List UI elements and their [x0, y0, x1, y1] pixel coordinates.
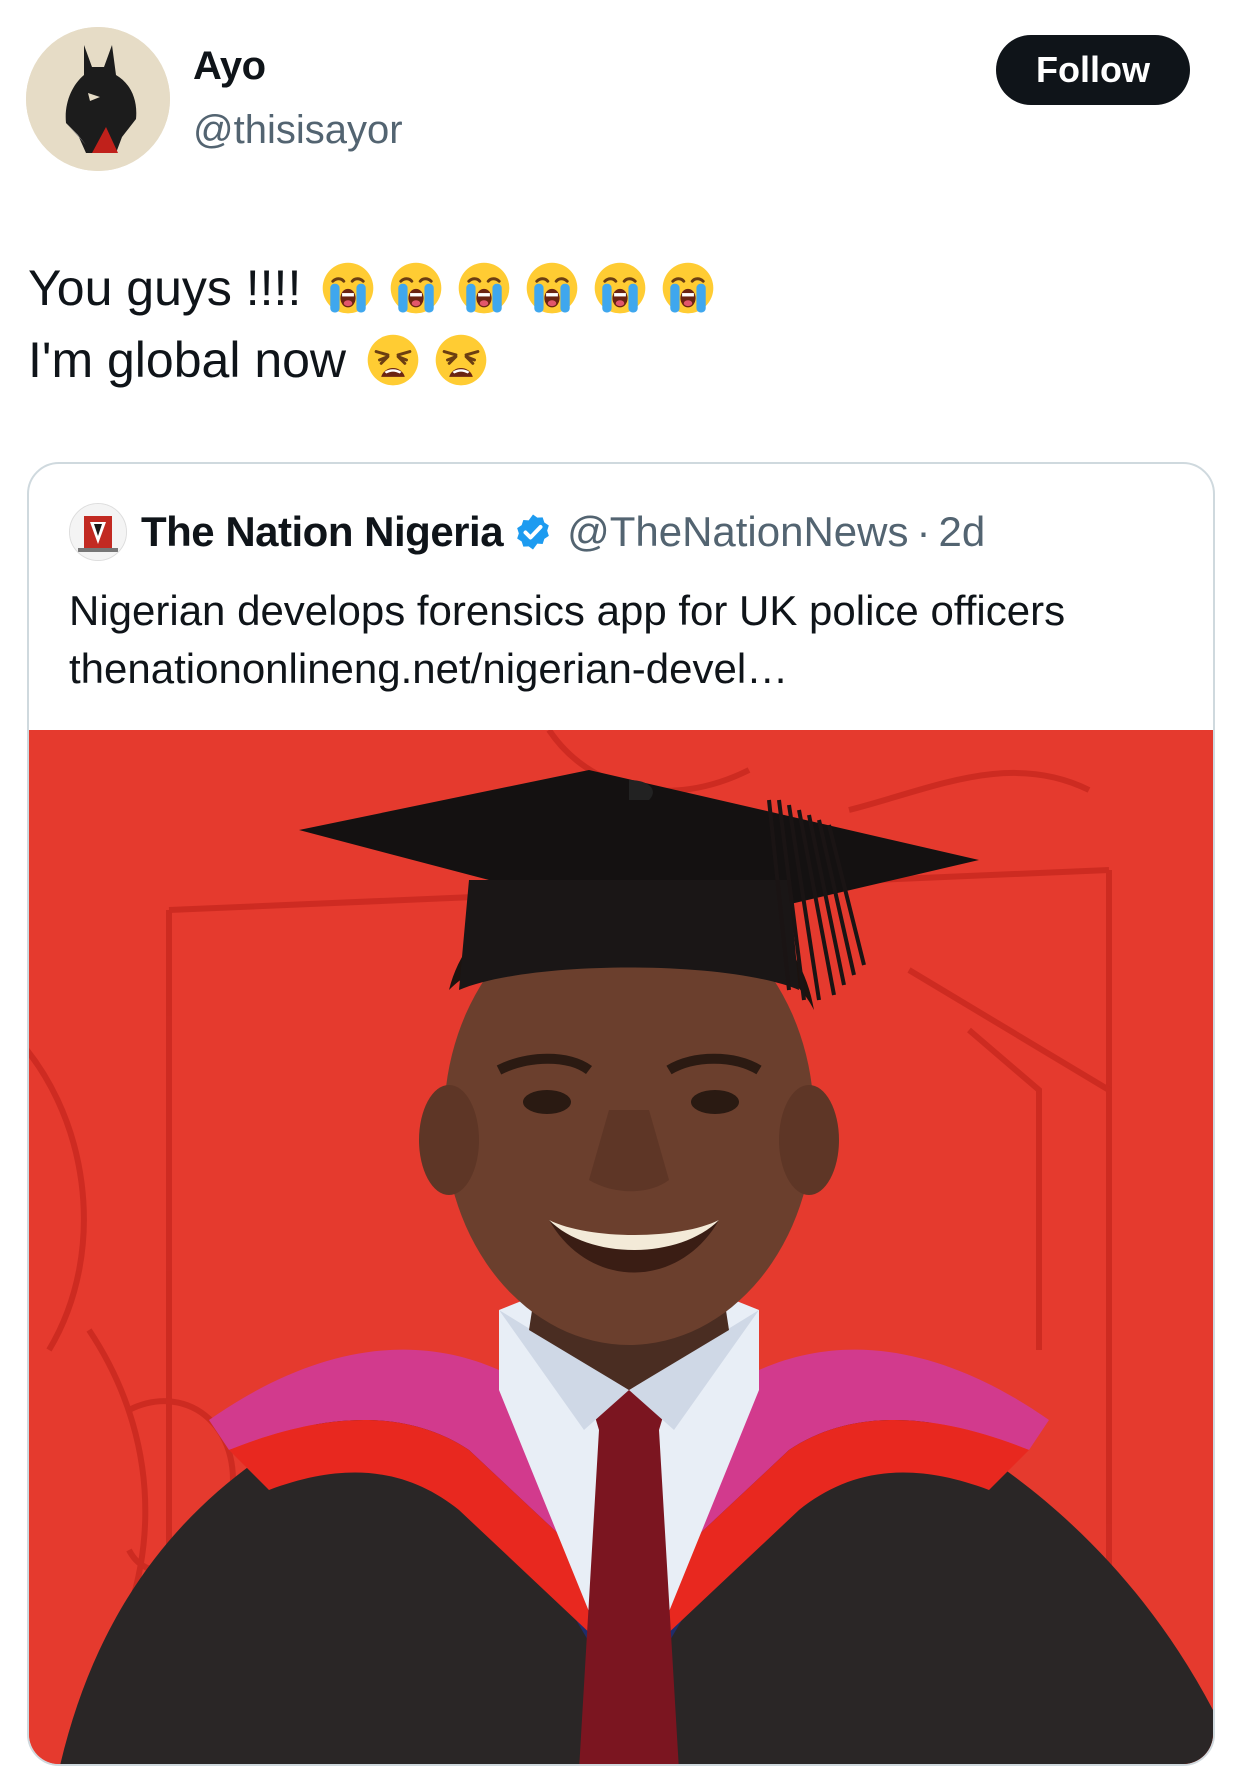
weary-face-emoji-icon: [366, 333, 420, 387]
verified-badge-icon: [513, 512, 553, 552]
quoted-timestamp[interactable]: 2d: [939, 508, 986, 556]
weary-face-emoji-icon: [434, 333, 488, 387]
loudly-crying-face-emoji-icon: [457, 261, 511, 315]
quoted-tweet-header: The Nation Nigeria @TheNationNews · 2d: [69, 503, 986, 561]
loudly-crying-face-emoji-icon: [525, 261, 579, 315]
graduate-photo: [29, 730, 1213, 1764]
loudly-crying-face-emoji-icon: [389, 261, 443, 315]
dot-separator: ·: [916, 508, 931, 555]
tweet-line-2-text: I'm global now: [28, 332, 347, 388]
tweet-line-1: You guys !!!!: [28, 252, 715, 324]
quoted-author-handle[interactable]: @TheNationNews: [567, 508, 908, 556]
loudly-crying-face-emoji-icon: [661, 261, 715, 315]
author-name[interactable]: Ayo: [193, 44, 266, 89]
tweet-header: Ayo @thisisayor Follow: [0, 0, 1242, 200]
quoted-tweet[interactable]: The Nation Nigeria @TheNationNews · 2d N…: [27, 462, 1215, 1766]
weary-emoji-row: [366, 333, 488, 387]
batman-avatar-icon: [26, 27, 170, 171]
loudly-crying-face-emoji-icon: [593, 261, 647, 315]
follow-button[interactable]: Follow: [996, 35, 1190, 105]
quoted-tweet-text: Nigerian develops forensics app for UK p…: [69, 587, 1066, 692]
author-avatar[interactable]: [26, 27, 170, 171]
crying-emoji-row: [321, 261, 715, 315]
tweet-text: You guys !!!! I'm global now: [28, 252, 715, 396]
quoted-media-image[interactable]: [29, 730, 1213, 1764]
nation-logo-icon[interactable]: [69, 503, 127, 561]
tweet-line-2: I'm global now: [28, 324, 715, 396]
loudly-crying-face-emoji-icon: [321, 261, 375, 315]
quoted-author-name[interactable]: The Nation Nigeria: [141, 508, 504, 556]
tweet-line-1-text: You guys !!!!: [28, 260, 302, 316]
author-handle[interactable]: @thisisayor: [193, 108, 403, 153]
